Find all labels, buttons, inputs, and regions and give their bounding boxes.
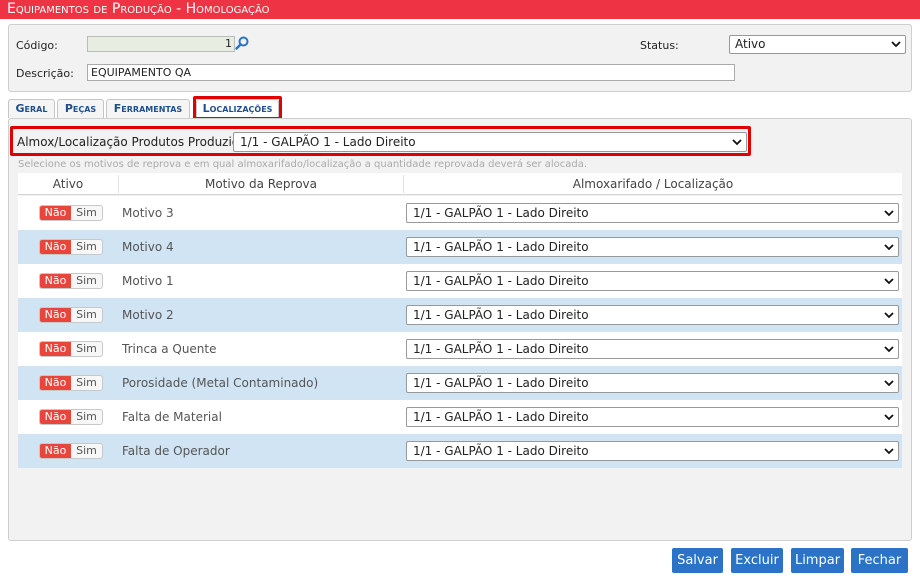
almoxarifado-value: 1/1 - GALPÃO 1 - Lado Direito — [413, 274, 589, 288]
motivo-text: Motivo 1 — [122, 274, 174, 288]
status-select[interactable]: Ativo — [729, 35, 906, 54]
chevron-down-icon — [884, 278, 894, 285]
almoxarifado-value: 1/1 - GALPÃO 1 - Lado Direito — [413, 444, 589, 458]
motivo-text: Motivo 3 — [122, 206, 174, 220]
almox-select[interactable]: 1/1 - GALPÃO 1 - Lado Direito — [233, 132, 747, 152]
descricao-input[interactable]: EQUIPAMENTO QA — [87, 64, 735, 81]
status-label: Status: — [640, 39, 679, 52]
toggle-sim[interactable]: Sim — [71, 444, 102, 458]
table-row: Não Sim Motivo 2 1/1 - GALPÃO 1 - Lado Dire… — [18, 298, 902, 332]
toggle-sim[interactable]: Sim — [71, 342, 102, 356]
ativo-toggle[interactable]: Não Sim — [39, 239, 103, 255]
chevron-down-icon — [884, 210, 894, 217]
chevron-down-icon — [884, 414, 894, 421]
toggle-nao[interactable]: Não — [40, 342, 71, 356]
motivo-text: Motivo 2 — [122, 308, 174, 322]
chevron-down-icon — [884, 244, 894, 251]
clear-button[interactable]: Limpar — [791, 548, 844, 573]
tab-ferramentas[interactable]: Ferramentas — [106, 99, 190, 118]
toggle-nao[interactable]: Não — [40, 410, 71, 424]
almoxarifado-select[interactable]: 1/1 - GALPÃO 1 - Lado Direito — [406, 339, 899, 359]
tab-pecas[interactable]: Peças — [57, 99, 104, 118]
descricao-label: Descrição: — [16, 67, 74, 80]
toggle-nao[interactable]: Não — [40, 274, 71, 288]
ativo-toggle[interactable]: Não Sim — [39, 341, 103, 357]
motivo-text: Falta de Material — [122, 410, 222, 424]
toggle-sim[interactable]: Sim — [71, 376, 102, 390]
close-button[interactable]: Fechar — [851, 548, 908, 573]
almoxarifado-value: 1/1 - GALPÃO 1 - Lado Direito — [413, 376, 589, 390]
toggle-nao[interactable]: Não — [40, 240, 71, 254]
chevron-down-icon — [884, 448, 894, 455]
ativo-toggle[interactable]: Não Sim — [39, 409, 103, 425]
table-row: Não Sim Falta de Material 1/1 - GALPÃO 1 - … — [18, 400, 902, 434]
motivo-text: Motivo 4 — [122, 240, 174, 254]
column-ativo: Ativo — [52, 177, 84, 191]
motivo-text: Trinca a Quente — [122, 342, 217, 356]
codigo-input[interactable]: 1 — [87, 36, 235, 52]
motivo-text: Falta de Operador — [122, 444, 230, 458]
chevron-down-icon — [732, 139, 742, 146]
almoxarifado-value: 1/1 - GALPÃO 1 - Lado Direito — [413, 240, 589, 254]
almoxarifado-select[interactable]: 1/1 - GALPÃO 1 - Lado Direito — [406, 203, 899, 223]
save-button[interactable]: Salvar — [672, 548, 723, 573]
toggle-nao[interactable]: Não — [40, 308, 71, 322]
toggle-nao[interactable]: Não — [40, 376, 71, 390]
almoxarifado-value: 1/1 - GALPÃO 1 - Lado Direito — [413, 206, 589, 220]
table-row: Não Sim Falta de Operador 1/1 - GALPÃO 1 - … — [18, 434, 902, 468]
almoxarifado-select[interactable]: 1/1 - GALPÃO 1 - Lado Direito — [406, 441, 899, 461]
hint-text: Selecione os motivos de reprova e em qua… — [18, 159, 588, 170]
almoxarifado-value: 1/1 - GALPÃO 1 - Lado Direito — [413, 410, 589, 424]
almoxarifado-value: 1/1 - GALPÃO 1 - Lado Direito — [413, 342, 589, 356]
toggle-nao[interactable]: Não — [40, 444, 71, 458]
ativo-toggle[interactable]: Não Sim — [39, 307, 103, 323]
status-value: Ativo — [735, 37, 766, 51]
toggle-sim[interactable]: Sim — [71, 308, 102, 322]
search-icon[interactable] — [235, 36, 249, 50]
almox-value: 1/1 - GALPÃO 1 - Lado Direito — [240, 135, 416, 149]
ativo-toggle[interactable]: Não Sim — [39, 273, 103, 289]
toggle-sim[interactable]: Sim — [71, 240, 102, 254]
table-row: Não Sim Motivo 4 1/1 - GALPÃO 1 - Lado Dire… — [18, 230, 902, 264]
delete-button[interactable]: Excluir — [731, 548, 783, 573]
column-motivo: Motivo da Reprova — [204, 177, 318, 191]
almoxarifado-select[interactable]: 1/1 - GALPÃO 1 - Lado Direito — [406, 305, 899, 325]
toggle-sim[interactable]: Sim — [71, 410, 102, 424]
ativo-toggle[interactable]: Não Sim — [39, 443, 103, 459]
ativo-toggle[interactable]: Não Sim — [39, 205, 103, 221]
chevron-down-icon — [884, 346, 894, 353]
toggle-sim[interactable]: Sim — [71, 274, 102, 288]
table-row: Não Sim Trinca a Quente 1/1 - GALPÃO 1 - La… — [18, 332, 902, 366]
column-almoxarifado: Almoxarifado / Localização — [572, 177, 734, 191]
table-row: Não Sim Porosidade (Metal Contaminado) 1/1 … — [18, 366, 902, 400]
almox-label: Almox/Localização Produtos Produzidos: — [17, 135, 258, 149]
table-header: Ativo Motivo da Reprova Almoxarifado / L… — [18, 173, 902, 195]
table-row: Não Sim Motivo 1 1/1 - GALPÃO 1 - Lado Dire… — [18, 264, 902, 298]
almoxarifado-select[interactable]: 1/1 - GALPÃO 1 - Lado Direito — [406, 407, 899, 427]
toggle-nao[interactable]: Não — [40, 206, 71, 220]
codigo-label: Código: — [16, 39, 58, 52]
almoxarifado-select[interactable]: 1/1 - GALPÃO 1 - Lado Direito — [406, 271, 899, 291]
almoxarifado-value: 1/1 - GALPÃO 1 - Lado Direito — [413, 308, 589, 322]
chevron-down-icon — [884, 380, 894, 387]
almoxarifado-select[interactable]: 1/1 - GALPÃO 1 - Lado Direito — [406, 373, 899, 393]
table-row: Não Sim Motivo 3 1/1 - GALPÃO 1 - Lado Dire… — [18, 196, 902, 230]
almoxarifado-select[interactable]: 1/1 - GALPÃO 1 - Lado Direito — [406, 237, 899, 257]
chevron-down-icon — [884, 312, 894, 319]
tab-highlight — [193, 96, 282, 120]
header-panel: Código: 1 Status: Ativo Descrição: EQUIP… — [8, 24, 912, 92]
motivo-text: Porosidade (Metal Contaminado) — [122, 376, 319, 390]
page-title: Equipamentos de Produção - Homologação — [0, 0, 920, 19]
ativo-toggle[interactable]: Não Sim — [39, 375, 103, 391]
tab-geral[interactable]: Geral — [8, 99, 55, 118]
chevron-down-icon — [891, 41, 901, 48]
toggle-sim[interactable]: Sim — [71, 206, 102, 220]
